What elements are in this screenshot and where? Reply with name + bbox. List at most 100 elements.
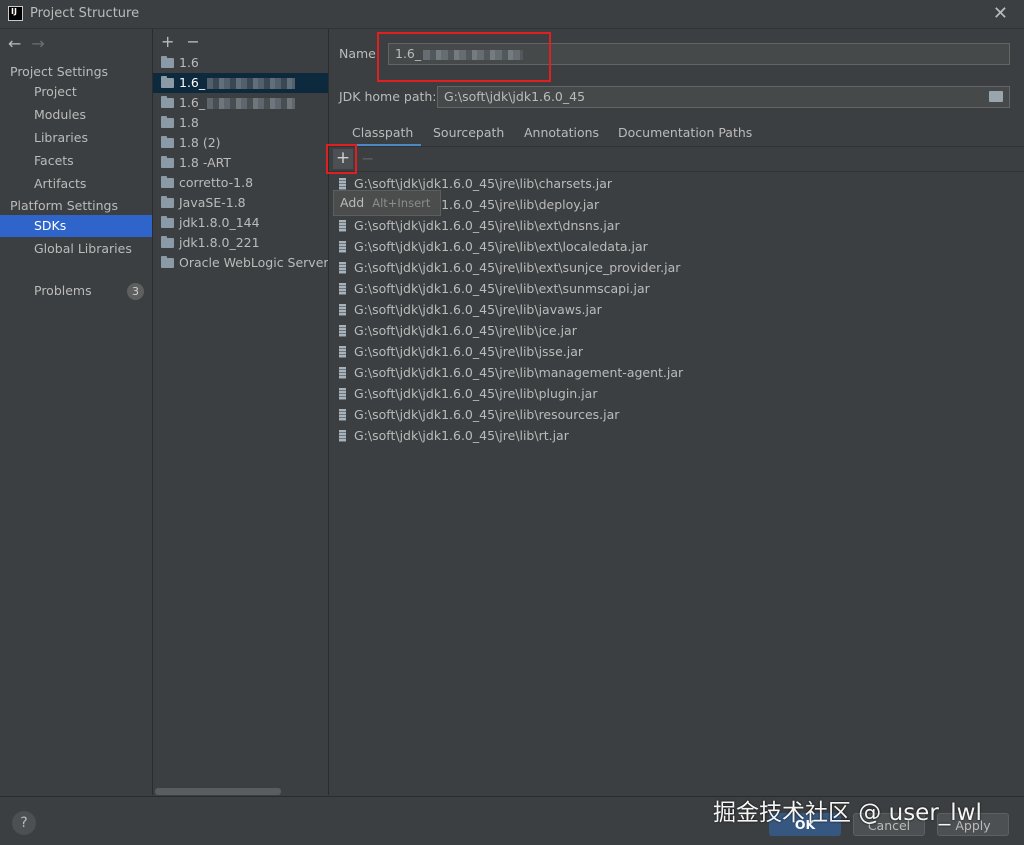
jar-icon xyxy=(339,346,346,358)
sdk-name: Oracle WebLogic Server 1 xyxy=(179,255,328,270)
jar-icon xyxy=(339,325,346,337)
sdk-details-panel: Name: 1.6_ JDK home path: G:\soft\jdk\jd… xyxy=(326,29,1024,795)
sdk-name: 1.6 xyxy=(179,55,199,70)
sdk-folder-icon xyxy=(161,56,174,68)
sdk-name: 1.8 -ART xyxy=(179,155,232,170)
classpath-path: G:\soft\jdk\jdk1.6.0_45\jre\lib\jce.jar xyxy=(354,323,577,338)
sdk-folder-icon xyxy=(161,156,174,168)
help-icon[interactable]: ? xyxy=(12,811,36,835)
browse-folder-icon[interactable] xyxy=(989,91,1003,102)
sdk-folder-icon xyxy=(161,256,174,268)
nav-item-project[interactable]: Project xyxy=(0,81,152,103)
sdk-name: 1.8 xyxy=(179,115,199,130)
history-arrows: ← → xyxy=(8,34,45,53)
jar-icon xyxy=(339,241,346,253)
title-bar: IJ Project Structure ✕ xyxy=(0,0,1024,29)
nav-item-modules[interactable]: Modules xyxy=(0,104,152,126)
jar-icon xyxy=(339,262,346,274)
sdk-list-item[interactable]: jdk1.8.0_221 xyxy=(153,233,328,253)
nav-item-artifacts[interactable]: Artifacts xyxy=(0,173,152,195)
sdk-list-item[interactable]: 1.8 -ART xyxy=(153,153,328,173)
platform-settings-header: Platform Settings xyxy=(10,198,118,213)
tooltip-shortcut: Alt+Insert xyxy=(372,196,431,210)
sdk-folder-icon xyxy=(161,216,174,228)
sdk-list-item[interactable]: 1.8 xyxy=(153,113,328,133)
highlight-box-add xyxy=(326,144,357,174)
problems-count-badge: 3 xyxy=(127,283,144,300)
sdk-list-item[interactable]: jdk1.8.0_144 xyxy=(153,213,328,233)
sdk-list-item[interactable]: JavaSE-1.8 xyxy=(153,193,328,213)
nav-item-facets[interactable]: Facets xyxy=(0,150,152,172)
jar-icon xyxy=(339,409,346,421)
remove-classpath-button[interactable]: − xyxy=(361,149,374,168)
classpath-path: G:\soft\jdk\jdk1.6.0_45\jre\lib\rt.jar xyxy=(354,428,569,443)
sdk-name: jdk1.8.0_144 xyxy=(179,215,260,230)
nav-item-libraries[interactable]: Libraries xyxy=(0,127,152,149)
sdk-list-item[interactable]: 1.6_ xyxy=(153,93,328,113)
sdk-folder-icon xyxy=(161,196,174,208)
close-icon[interactable]: ✕ xyxy=(993,3,1008,24)
highlight-box-name xyxy=(377,32,551,82)
sdk-name: jdk1.8.0_221 xyxy=(179,235,260,250)
sdk-toolbar: + − xyxy=(161,32,212,51)
sdk-folder-icon xyxy=(161,136,174,148)
sdk-folder-icon xyxy=(161,176,174,188)
jdk-home-path-field[interactable]: G:\soft\jdk\jdk1.6.0_45 xyxy=(437,86,1010,108)
sdk-folder-icon xyxy=(161,116,174,128)
nav-item-sdks[interactable]: SDKs xyxy=(0,215,152,237)
jar-icon xyxy=(339,178,346,190)
forward-arrow-icon[interactable]: → xyxy=(31,34,44,53)
classpath-path: G:\soft\jdk\jdk1.6.0_45\jre\lib\jsse.jar xyxy=(354,344,584,359)
sdk-folder-icon xyxy=(161,236,174,248)
remove-sdk-icon[interactable]: − xyxy=(186,32,199,51)
sdk-name: 1.6_ xyxy=(179,75,206,90)
sdk-folder-icon xyxy=(161,76,174,88)
tab-annotations[interactable]: Annotations xyxy=(524,123,599,147)
problems-label: Problems xyxy=(34,283,92,298)
sdk-name: corretto-1.8 xyxy=(179,175,254,190)
settings-nav: ← → Project Settings Project Modules Libr… xyxy=(0,29,153,795)
sdk-list-item[interactable]: 1.8 (2) xyxy=(153,133,328,153)
add-tooltip: Add Alt+Insert xyxy=(333,190,441,216)
sdk-list-item[interactable]: 1.6_ xyxy=(153,73,328,93)
intellij-app-icon: IJ xyxy=(8,6,23,21)
sdk-name: 1.8 (2) xyxy=(179,135,221,150)
classpath-path: G:\soft\jdk\jdk1.6.0_45\jre\lib\ext\sunj… xyxy=(354,260,681,275)
jar-icon xyxy=(339,367,346,379)
classpath-path: G:\soft\jdk\jdk1.6.0_45\jre\lib\ext\dnsn… xyxy=(354,218,620,233)
back-arrow-icon[interactable]: ← xyxy=(8,34,21,53)
classpath-path: G:\soft\jdk\jdk1.6.0_45\jre\lib\plugin.j… xyxy=(354,386,598,401)
classpath-path: G:\soft\jdk\jdk1.6.0_45\jre\lib\javaws.j… xyxy=(354,302,602,317)
jar-icon xyxy=(339,283,346,295)
jdk-home-path-value: G:\soft\jdk\jdk1.6.0_45 xyxy=(444,89,586,104)
tab-sourcepath[interactable]: Sourcepath xyxy=(433,123,504,147)
nav-item-problems[interactable]: Problems 3 xyxy=(0,280,152,302)
sdk-name: 1.6_ xyxy=(179,95,206,110)
jar-icon xyxy=(339,220,346,232)
classpath-toolbar: + − xyxy=(329,147,1024,172)
jar-icon xyxy=(339,430,346,442)
sdk-list-panel: + − 1.6 1.6_ 1.6_ 1.8 1.8 (2) 1.8 -ART co… xyxy=(153,29,329,795)
classpath-path: G:\soft\jdk\jdk1.6.0_45\jre\lib\manageme… xyxy=(354,365,684,380)
sdk-list-item[interactable]: Oracle WebLogic Server 1 xyxy=(153,253,328,273)
horizontal-scrollbar[interactable] xyxy=(155,788,281,795)
sdk-list-item[interactable]: corretto-1.8 xyxy=(153,173,328,193)
redacted-text xyxy=(207,98,296,109)
watermark: 掘金技术社区 @ user_lwl xyxy=(713,800,982,826)
project-settings-header: Project Settings xyxy=(10,64,109,79)
add-sdk-icon[interactable]: + xyxy=(161,32,174,51)
jdk-home-path-label: JDK home path: xyxy=(339,89,437,104)
name-label: Name: xyxy=(339,46,381,61)
sdk-name: JavaSE-1.8 xyxy=(179,195,246,210)
tooltip-label: Add xyxy=(340,195,365,210)
sdk-list-item[interactable]: 1.6 xyxy=(153,53,328,73)
classpath-path: G:\soft\jdk\jdk1.6.0_45\jre\lib\ext\sunm… xyxy=(354,281,650,296)
tab-documentation-paths[interactable]: Documentation Paths xyxy=(618,123,752,147)
jar-icon xyxy=(339,304,346,316)
sdk-folder-icon xyxy=(161,96,174,108)
classpath-path: G:\soft\jdk\jdk1.6.0_45\jre\lib\resource… xyxy=(354,407,620,422)
classpath-path: G:\soft\jdk\jdk1.6.0_45\jre\lib\ext\loca… xyxy=(354,239,648,254)
nav-item-global-libraries[interactable]: Global Libraries xyxy=(0,238,152,260)
jar-icon xyxy=(339,388,346,400)
redacted-text xyxy=(207,78,296,89)
